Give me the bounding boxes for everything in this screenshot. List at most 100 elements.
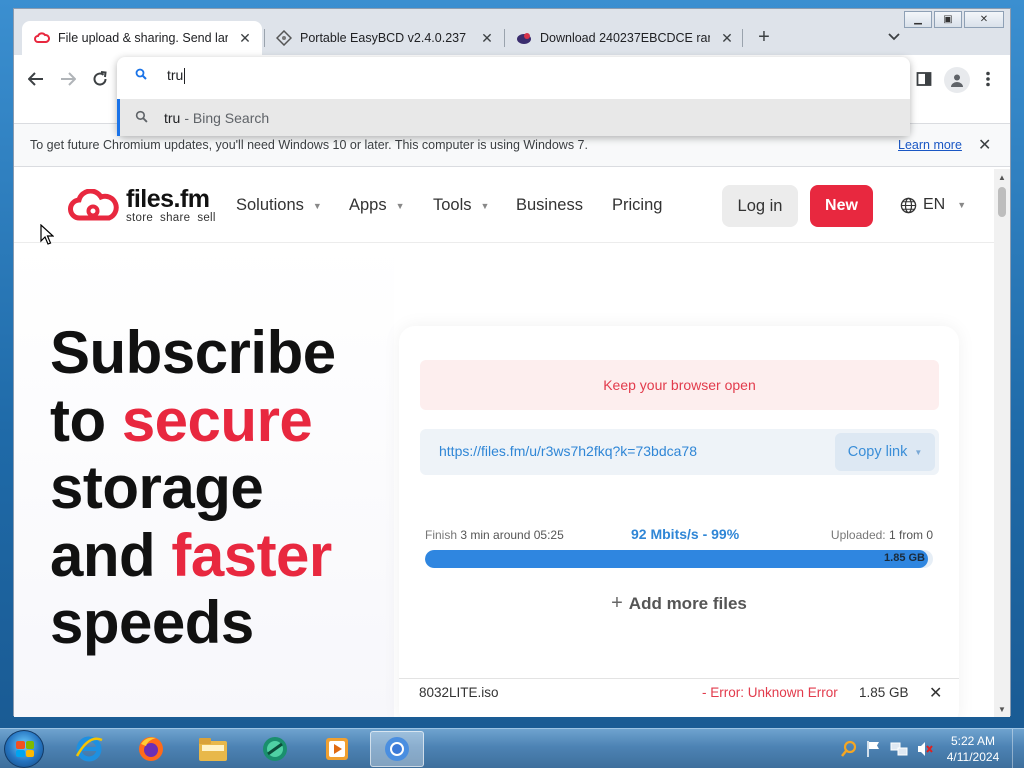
back-arrow-icon[interactable] xyxy=(24,67,48,91)
minimize-icon[interactable]: ▁ xyxy=(904,11,932,28)
suggestion-suffix: - Bing Search xyxy=(184,109,270,126)
easybcd-icon xyxy=(276,30,292,46)
share-url[interactable]: https://files.fm/u/r3ws7h2fkq?k=73bdca78 xyxy=(439,443,697,459)
chromium-icon[interactable] xyxy=(370,731,424,767)
taskbar: 5:22 AM 4/11/2024 xyxy=(0,728,1024,768)
media-player-icon[interactable] xyxy=(310,731,364,767)
scroll-thumb[interactable] xyxy=(998,187,1006,217)
app-globe-icon[interactable] xyxy=(248,731,302,767)
profile-avatar-icon[interactable] xyxy=(944,67,970,93)
network-icon[interactable] xyxy=(890,740,908,758)
nav-solutions[interactable]: Solutions ▼ xyxy=(236,196,322,215)
new-tab-button[interactable]: + xyxy=(752,25,776,49)
new-button[interactable]: New xyxy=(810,185,873,227)
copy-link-label: Copy link xyxy=(847,444,908,460)
hero-headline: Subscribe to secure storage and faster s… xyxy=(50,319,336,657)
side-panel-icon[interactable] xyxy=(912,67,936,91)
search-icon xyxy=(135,110,148,126)
omnibox-suggestion[interactable]: tru - Bing Search xyxy=(117,99,910,136)
file-error: - Error: Unknown Error xyxy=(702,685,838,700)
language-label: EN xyxy=(923,196,946,213)
show-desktop-button[interactable] xyxy=(1012,729,1024,768)
download-site-icon xyxy=(516,30,532,46)
window-controls: ▁ ▣ ✕ xyxy=(904,11,1004,28)
clock-time: 5:22 AM xyxy=(950,734,996,748)
tab-title: Download 240237EBCDCE rar xyxy=(540,31,710,45)
windows-logo-icon xyxy=(16,741,34,757)
close-infobar-icon[interactable]: ✕ xyxy=(978,135,991,155)
nav-pricing[interactable]: Pricing xyxy=(612,196,662,215)
tab-files-fm[interactable]: File upload & sharing. Send large ✕ xyxy=(22,21,262,55)
nav-label: Pricing xyxy=(612,196,663,214)
file-explorer-icon[interactable] xyxy=(186,731,240,767)
scroll-up-icon[interactable]: ▲ xyxy=(994,169,1010,185)
headline-line: and faster xyxy=(50,521,332,589)
taskbar-clock[interactable]: 5:22 AM 4/11/2024 xyxy=(938,733,1008,765)
copy-link-button[interactable]: Copy link ▼ xyxy=(835,433,935,471)
logo-tagline: store share sell xyxy=(126,212,216,224)
internet-explorer-icon[interactable] xyxy=(62,731,116,767)
nav-apps[interactable]: Apps ▼ xyxy=(349,196,405,215)
web-page: files.fm store share sell Solutions ▼ App… xyxy=(14,169,994,717)
tab-separator xyxy=(742,29,743,47)
upload-speed: 92 Mbits/s - 99% xyxy=(631,526,740,542)
headline-line: speeds xyxy=(50,589,254,656)
nav-label: Tools xyxy=(433,196,472,214)
tab-easybcd[interactable]: Portable EasyBCD v2.4.0.237 Con ✕ xyxy=(264,21,504,55)
reload-icon[interactable] xyxy=(88,67,112,91)
logo-name: files.fm xyxy=(126,185,210,213)
tab-search-chevron-icon[interactable] xyxy=(884,27,904,47)
close-tab-icon[interactable]: ✕ xyxy=(718,29,736,47)
site-logo[interactable]: files.fm store share sell xyxy=(68,187,216,225)
remove-file-icon[interactable]: ✕ xyxy=(929,683,942,703)
close-tab-icon[interactable]: ✕ xyxy=(478,29,496,47)
plus-icon: + xyxy=(611,592,623,614)
caret-down-icon: ▼ xyxy=(480,200,490,211)
upload-card: Keep your browser open https://files.fm/… xyxy=(399,326,959,717)
progress-fill xyxy=(425,550,928,568)
keep-browser-open-notice: Keep your browser open xyxy=(420,360,939,410)
nav-label: Apps xyxy=(349,196,387,214)
nav-business[interactable]: Business xyxy=(516,196,583,215)
file-size: 1.85 GB xyxy=(859,685,909,700)
address-input[interactable]: tru xyxy=(167,67,186,85)
mouse-cursor-icon xyxy=(40,224,54,245)
site-header: files.fm store share sell Solutions ▼ App… xyxy=(14,169,994,243)
omnibox-dropdown: tru tru - Bing Search xyxy=(117,57,910,136)
nav-label: Business xyxy=(516,196,583,214)
language-selector[interactable]: EN ▼ xyxy=(900,196,966,214)
progress-size: 1.85 GB xyxy=(884,552,925,564)
login-button[interactable]: Log in xyxy=(722,185,798,227)
close-window-icon[interactable]: ✕ xyxy=(964,11,1004,28)
more-menu-icon[interactable] xyxy=(976,67,1000,91)
globe-icon xyxy=(900,197,917,213)
file-name: 8032LITE.iso xyxy=(419,685,499,700)
scroll-down-icon[interactable]: ▼ xyxy=(994,701,1010,717)
nav-tools[interactable]: Tools ▼ xyxy=(433,196,489,215)
files-fm-logo-icon xyxy=(34,30,50,46)
close-tab-icon[interactable]: ✕ xyxy=(236,29,254,47)
firefox-icon[interactable] xyxy=(124,731,178,767)
address-bar[interactable]: tru xyxy=(117,57,910,94)
upload-stats: Finish 3 min around 05:25 92 Mbits/s - 9… xyxy=(425,526,933,544)
search-icon xyxy=(135,67,151,85)
maximize-icon[interactable]: ▣ xyxy=(934,11,962,28)
suggestion-query: tru xyxy=(164,109,181,126)
clock-date: 4/11/2024 xyxy=(946,750,1000,764)
caret-down-icon: ▼ xyxy=(914,447,923,457)
learn-more-link[interactable]: Learn more xyxy=(898,138,962,152)
cloud-logo-icon xyxy=(68,188,119,221)
forward-arrow-icon[interactable] xyxy=(56,67,80,91)
upload-progress-bar: 1.85 GB xyxy=(425,550,933,568)
action-center-flag-icon[interactable] xyxy=(866,740,882,758)
add-more-files-button[interactable]: + Add more files xyxy=(399,592,959,615)
uploaded-count: Uploaded: 1 from 0 xyxy=(830,528,933,542)
tab-title: File upload & sharing. Send large xyxy=(58,31,228,45)
start-button[interactable] xyxy=(4,730,44,768)
page-scrollbar[interactable]: ▲ ▼ xyxy=(994,169,1010,717)
volume-muted-icon[interactable] xyxy=(916,740,934,758)
headline-line: Subscribe xyxy=(50,319,336,386)
finish-estimate: Finish 3 min around 05:25 xyxy=(425,528,564,542)
search-tray-icon[interactable] xyxy=(840,740,858,758)
tab-download[interactable]: Download 240237EBCDCE rar ✕ xyxy=(504,21,744,55)
